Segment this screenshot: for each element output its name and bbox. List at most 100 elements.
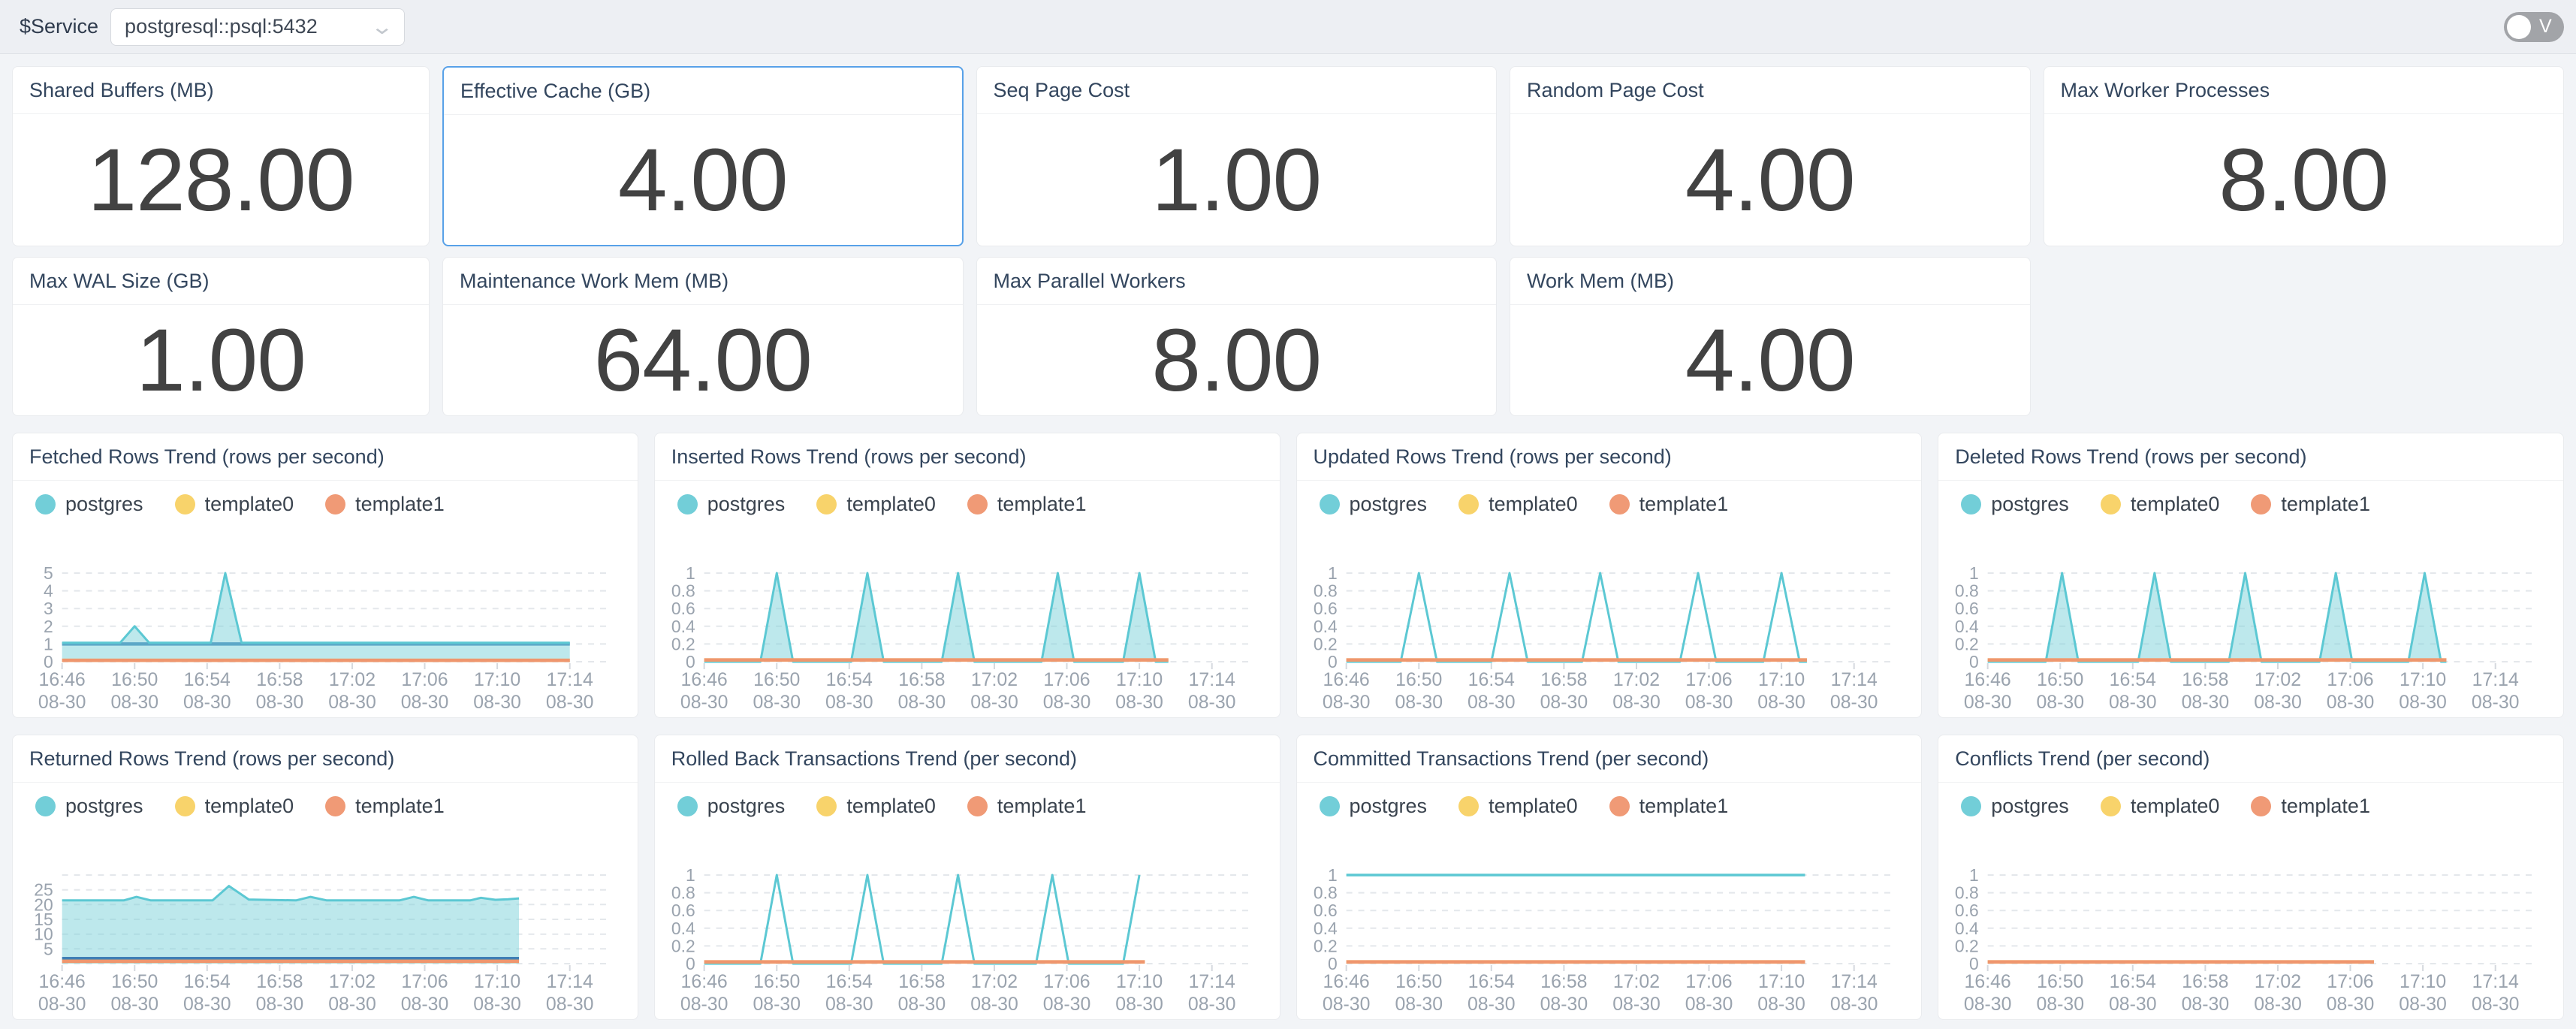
stat-title-text: Max Parallel Workers — [994, 270, 1186, 293]
legend-label: postgres — [65, 795, 143, 818]
svg-text:0.8: 0.8 — [1955, 883, 1979, 903]
legend-label: template1 — [997, 493, 1087, 516]
svg-text:16:50: 16:50 — [111, 971, 158, 992]
svg-text:08-30: 08-30 — [753, 994, 801, 1015]
svg-text:16:54: 16:54 — [2110, 971, 2156, 992]
stat-card-max-worker-processes: Max Worker Processes8.00 — [2044, 66, 2565, 246]
legend-item-template0[interactable]: template0 — [1458, 493, 1578, 516]
chart-title: Fetched Rows Trend (rows per second) — [13, 433, 638, 481]
legend-item-template0[interactable]: template0 — [175, 493, 294, 516]
chart-canvas[interactable]: 10.80.60.40.2016:4608-3016:5008-3016:540… — [1938, 819, 2563, 1020]
svg-text:08-30: 08-30 — [1042, 994, 1090, 1015]
svg-text:16:54: 16:54 — [184, 971, 231, 992]
svg-text:08-30: 08-30 — [680, 994, 728, 1015]
svg-text:17:02: 17:02 — [971, 669, 1018, 690]
svg-text:08-30: 08-30 — [1829, 692, 1878, 713]
stat-value: 8.00 — [1151, 309, 1321, 412]
legend-dot-postgres — [1961, 796, 1981, 816]
chart-title: Committed Transactions Trend (per second… — [1297, 735, 1922, 783]
legend-item-postgres[interactable]: postgres — [1961, 795, 2069, 818]
chart-legend: postgres template0 template1 — [1961, 493, 2563, 516]
svg-text:16:46: 16:46 — [1323, 971, 1369, 992]
legend-item-template1[interactable]: template1 — [325, 795, 445, 818]
chart-title: Updated Rows Trend (rows per second) — [1297, 433, 1922, 481]
legend-item-template0[interactable]: template0 — [175, 795, 294, 818]
svg-text:1: 1 — [1969, 865, 1979, 885]
svg-text:08-30: 08-30 — [1829, 994, 1878, 1015]
legend-item-postgres[interactable]: postgres — [1320, 795, 1428, 818]
stat-card-work-mem-mb: Work Mem (MB)4.00 — [1510, 257, 2031, 416]
service-select-value: postgresql::psql:5432 — [125, 15, 318, 38]
chart-title-text: Fetched Rows Trend (rows per second) — [29, 445, 385, 469]
legend-dot-postgres — [1320, 494, 1340, 514]
legend-item-template1[interactable]: template1 — [2251, 795, 2370, 818]
charts-row-2: Returned Rows Trend (rows per second) pos… — [12, 735, 2564, 1020]
stat-title-text: Random Page Cost — [1527, 79, 1704, 102]
chart-canvas[interactable]: 10.80.60.40.2016:4608-3016:5008-3016:540… — [1297, 518, 1922, 718]
legend-item-postgres[interactable]: postgres — [1320, 493, 1428, 516]
legend-item-template0[interactable]: template0 — [1458, 795, 1578, 818]
svg-text:08-30: 08-30 — [2037, 692, 2085, 713]
legend-item-postgres[interactable]: postgres — [677, 795, 786, 818]
chart-canvas[interactable]: 10.80.60.40.2016:4608-3016:5008-3016:540… — [655, 518, 1280, 718]
legend-label: template1 — [355, 795, 445, 818]
svg-text:16:58: 16:58 — [256, 669, 303, 690]
legend-label: template0 — [205, 795, 294, 818]
legend-item-template0[interactable]: template0 — [816, 493, 936, 516]
svg-text:08-30: 08-30 — [1964, 692, 2012, 713]
svg-text:0.2: 0.2 — [671, 936, 695, 955]
legend-item-template1[interactable]: template1 — [325, 493, 445, 516]
svg-text:16:58: 16:58 — [898, 669, 945, 690]
legend-label: template1 — [1639, 795, 1729, 818]
svg-text:0.6: 0.6 — [671, 901, 695, 920]
svg-text:16:54: 16:54 — [825, 971, 872, 992]
legend-dot-template1 — [2251, 796, 2271, 816]
stats-row-1: Shared Buffers (MB)128.00Effective Cache… — [12, 66, 2564, 246]
legend-item-template1[interactable]: template1 — [1609, 493, 1729, 516]
legend-item-postgres[interactable]: postgres — [35, 493, 143, 516]
svg-text:08-30: 08-30 — [1964, 994, 2012, 1015]
svg-text:0.8: 0.8 — [1313, 581, 1337, 601]
svg-text:08-30: 08-30 — [680, 692, 728, 713]
chart-canvas[interactable]: 25201510516:4608-3016:5008-3016:5408-301… — [13, 819, 638, 1020]
svg-text:08-30: 08-30 — [753, 692, 801, 713]
legend-item-template1[interactable]: template1 — [967, 795, 1087, 818]
svg-text:08-30: 08-30 — [546, 692, 594, 713]
stat-title-text: Effective Cache (GB) — [460, 80, 650, 103]
svg-text:17:06: 17:06 — [1043, 971, 1090, 992]
chart-title-text: Inserted Rows Trend (rows per second) — [671, 445, 1027, 469]
svg-text:17:14: 17:14 — [547, 669, 593, 690]
legend-item-template1[interactable]: template1 — [967, 493, 1087, 516]
chart-canvas[interactable]: 54321016:4608-3016:5008-3016:5408-3016:5… — [13, 518, 638, 718]
svg-text:17:10: 17:10 — [2400, 669, 2446, 690]
legend-item-template0[interactable]: template0 — [2101, 795, 2220, 818]
legend-item-template1[interactable]: template1 — [1609, 795, 1729, 818]
svg-text:08-30: 08-30 — [2109, 994, 2157, 1015]
legend-item-template1[interactable]: template1 — [2251, 493, 2370, 516]
stat-body: 64.00 — [443, 305, 963, 415]
legend-item-postgres[interactable]: postgres — [1961, 493, 2069, 516]
svg-text:0.4: 0.4 — [1955, 617, 1979, 636]
svg-text:08-30: 08-30 — [1540, 994, 1588, 1015]
stat-title: Seq Page Cost — [977, 67, 1497, 114]
legend-item-postgres[interactable]: postgres — [677, 493, 786, 516]
chart-legend: postgres template0 template1 — [677, 795, 1280, 818]
svg-text:0.4: 0.4 — [1313, 617, 1337, 636]
svg-text:17:06: 17:06 — [2327, 669, 2374, 690]
legend-item-template0[interactable]: template0 — [2101, 493, 2220, 516]
chart-canvas[interactable]: 10.80.60.40.2016:4608-3016:5008-3016:540… — [1938, 518, 2563, 718]
legend-label: template0 — [2131, 795, 2220, 818]
legend-label: template1 — [355, 493, 445, 516]
legend-label: template1 — [1639, 493, 1729, 516]
svg-text:08-30: 08-30 — [110, 994, 158, 1015]
chart-canvas[interactable]: 10.80.60.40.2016:4608-3016:5008-3016:540… — [1297, 819, 1922, 1020]
svg-text:08-30: 08-30 — [1188, 994, 1236, 1015]
legend-item-postgres[interactable]: postgres — [35, 795, 143, 818]
svg-text:2: 2 — [44, 617, 53, 636]
stat-body: 4.00 — [1510, 114, 2030, 246]
chart-title-text: Returned Rows Trend (rows per second) — [29, 747, 394, 771]
chart-canvas[interactable]: 10.80.60.40.2016:4608-3016:5008-3016:540… — [655, 819, 1280, 1020]
view-toggle[interactable]: V — [2504, 12, 2564, 42]
legend-item-template0[interactable]: template0 — [816, 795, 936, 818]
service-select[interactable]: postgresql::psql:5432 ⌄ — [110, 8, 405, 46]
